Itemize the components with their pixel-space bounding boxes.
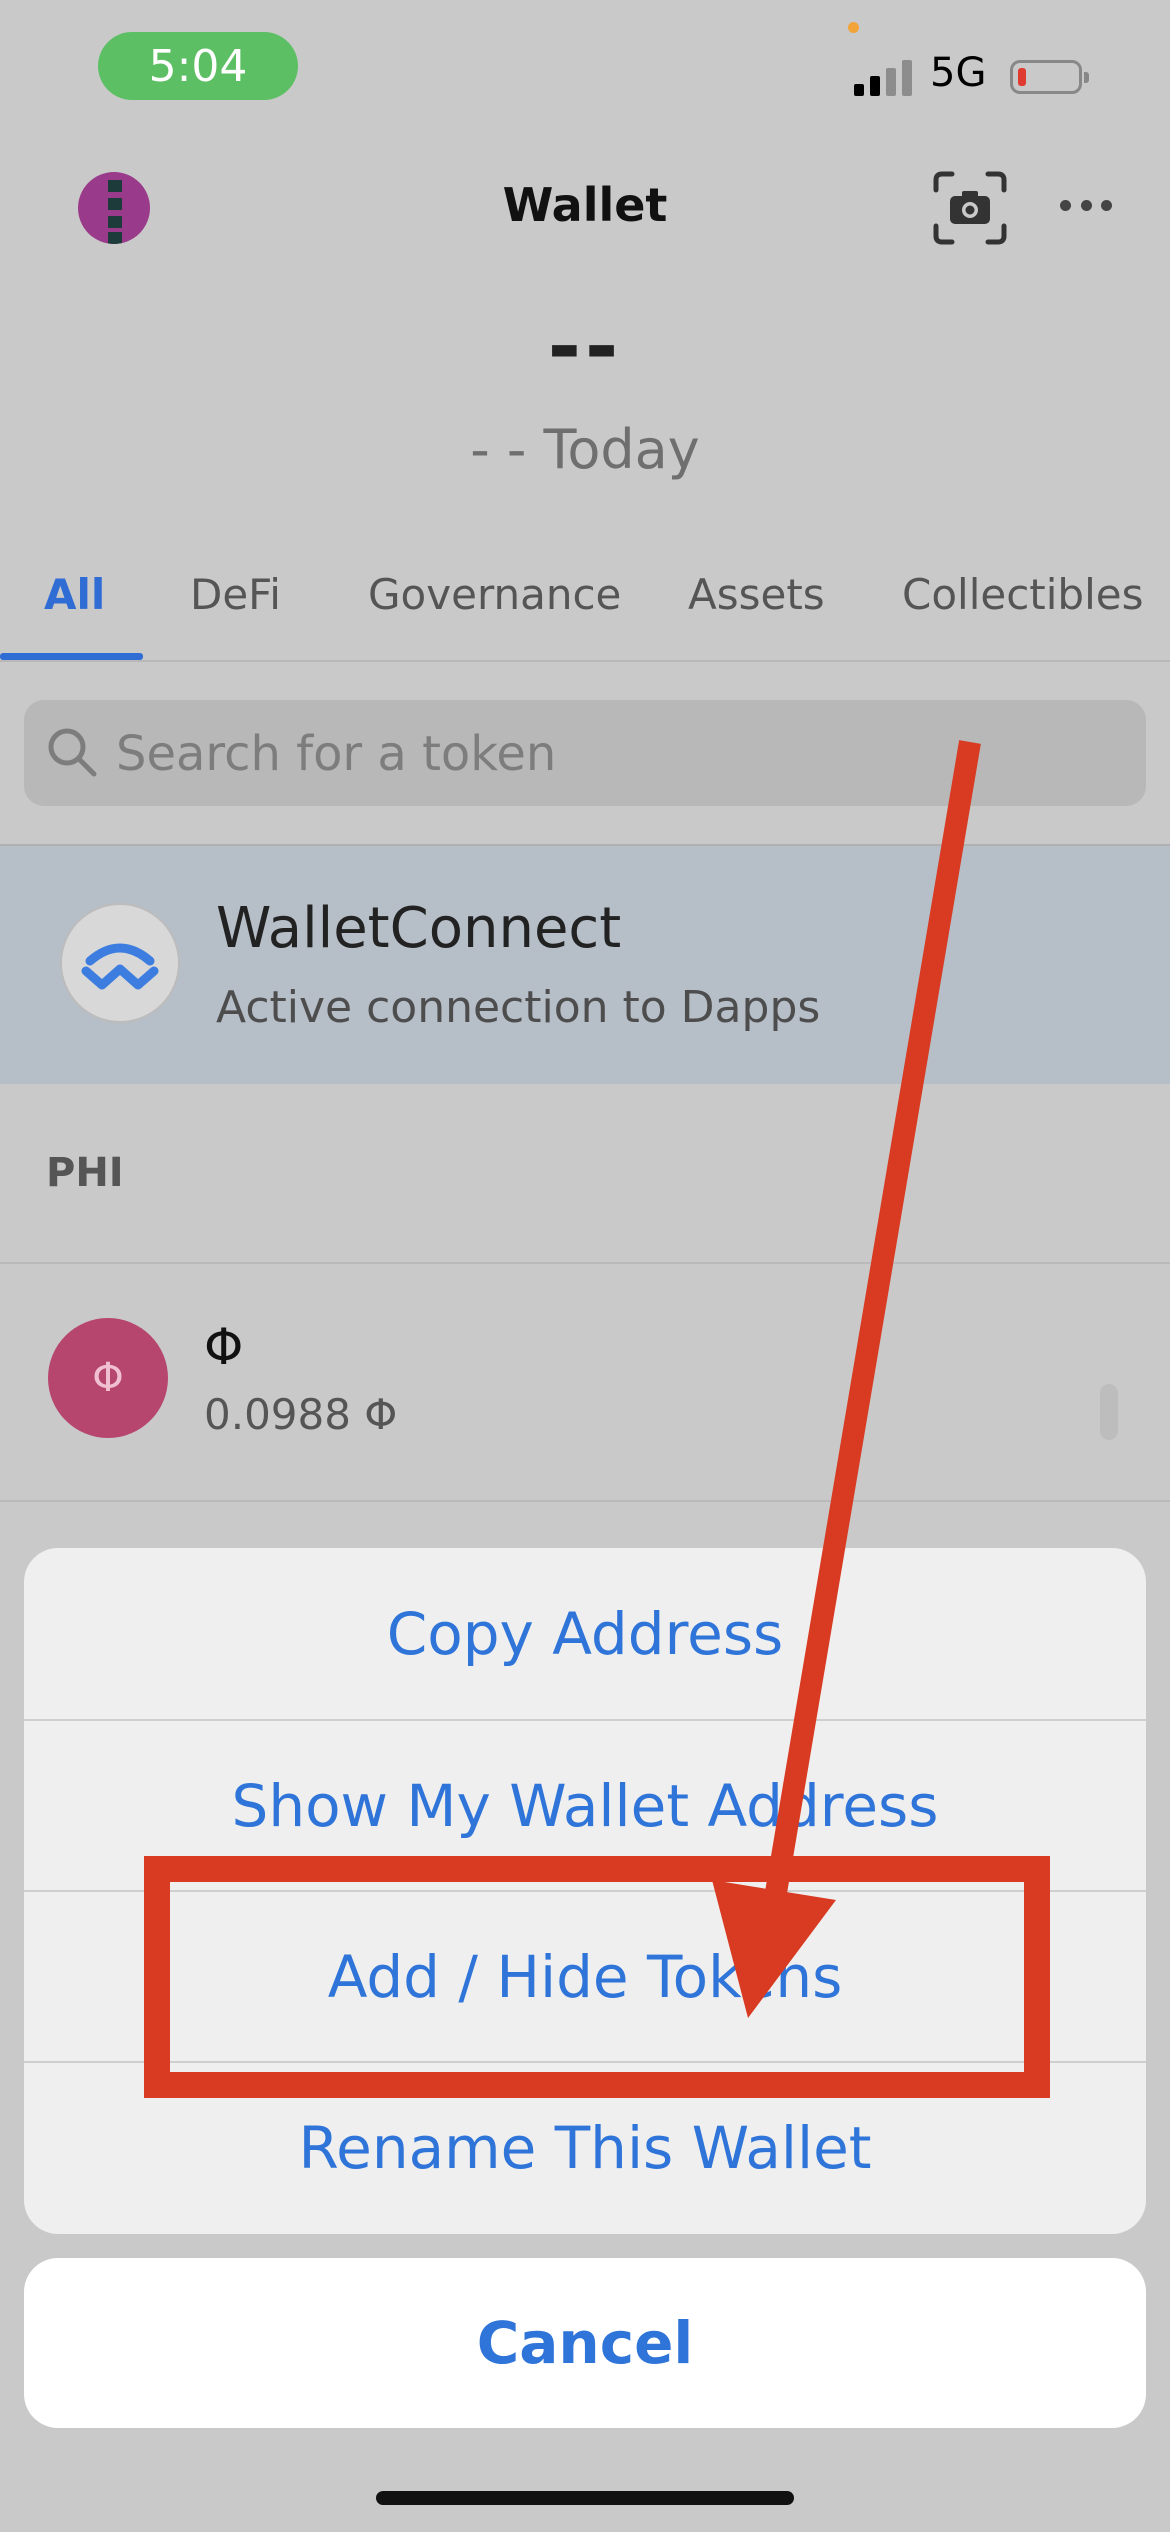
tab-governance[interactable]: Governance bbox=[368, 570, 621, 619]
token-name[interactable]: Φ bbox=[204, 1318, 243, 1376]
cancel-button[interactable]: Cancel bbox=[24, 2258, 1146, 2428]
status-time: 5:04 bbox=[98, 32, 298, 100]
battery-icon bbox=[1010, 60, 1089, 94]
token-phi-icon: Φ bbox=[48, 1318, 168, 1438]
network-label: 5G bbox=[930, 50, 987, 96]
scroll-indicator bbox=[1100, 1384, 1118, 1440]
tab-collectibles[interactable]: Collectibles bbox=[902, 570, 1143, 619]
tab-divider bbox=[0, 660, 1170, 662]
home-indicator bbox=[376, 2491, 794, 2505]
walletconnect-logo-icon bbox=[60, 903, 180, 1023]
active-tab-indicator bbox=[0, 653, 143, 660]
privacy-indicator-icon bbox=[848, 22, 859, 33]
tab-all[interactable]: All bbox=[44, 570, 105, 619]
more-icon[interactable] bbox=[1060, 190, 1112, 220]
walletconnect-subtitle: Active connection to Dapps bbox=[216, 982, 821, 1033]
tab-assets[interactable]: Assets bbox=[688, 570, 825, 619]
copy-address-button[interactable]: Copy Address bbox=[24, 1548, 1146, 1719]
cellular-signal-icon bbox=[854, 58, 914, 96]
scan-icon[interactable] bbox=[930, 168, 1010, 248]
divider bbox=[0, 1500, 1170, 1502]
balance-value: -- bbox=[547, 300, 623, 393]
balance-change: - - Today bbox=[470, 418, 700, 481]
highlight-box bbox=[144, 1856, 1050, 2098]
section-title: PHI bbox=[46, 1150, 124, 1196]
tab-defi[interactable]: DeFi bbox=[190, 570, 281, 619]
search-icon bbox=[44, 724, 100, 780]
token-balance: 0.0988 Φ bbox=[204, 1390, 398, 1439]
search-placeholder: Search for a token bbox=[116, 726, 557, 782]
walletconnect-title: WalletConnect bbox=[216, 896, 622, 961]
divider bbox=[0, 1262, 1170, 1264]
